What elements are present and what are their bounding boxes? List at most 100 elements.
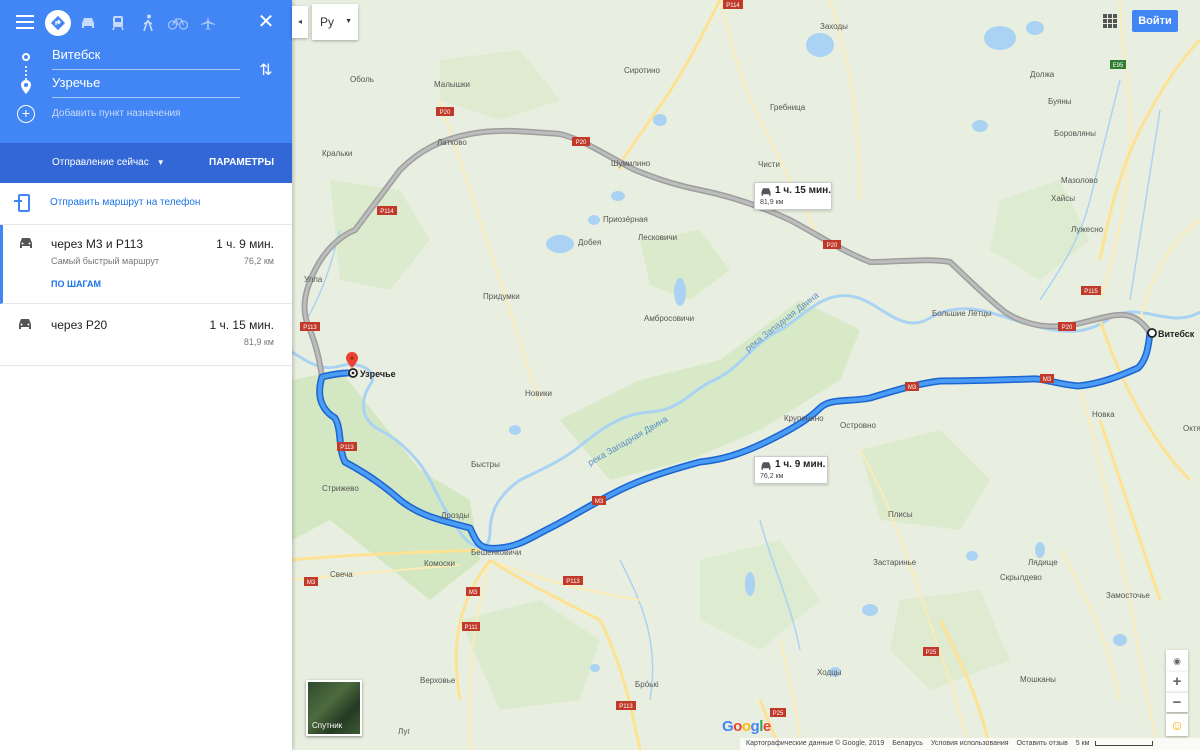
road-shield-label: P20 xyxy=(440,110,451,116)
route-duration: 1 ч. 15 мин. xyxy=(209,318,274,332)
route-details-link[interactable]: ПО ШАГАМ xyxy=(51,279,101,289)
place-label: Лядище xyxy=(1028,558,1058,567)
options-button[interactable]: ПАРАМЕТРЫ xyxy=(209,157,274,168)
flight-mode-icon[interactable] xyxy=(195,10,221,36)
origin-input[interactable]: Витебск xyxy=(52,44,240,70)
place-label: Плисы xyxy=(888,510,913,519)
place-label: Застаринье xyxy=(873,558,917,567)
feedback-link[interactable]: Оставить отзыв xyxy=(1017,740,1068,747)
add-destination-icon[interactable]: + xyxy=(17,105,35,123)
road-shield-label: P25 xyxy=(926,650,937,656)
place-label: Бешенковичи xyxy=(471,548,521,557)
end-marker[interactable]: Узречье xyxy=(346,352,396,379)
place-label: Заходы xyxy=(820,22,848,31)
depart-time-dropdown[interactable]: Отправление сейчас ▼ xyxy=(52,157,165,168)
place-label: Чисти xyxy=(758,160,780,169)
road-shield-label: P25 xyxy=(773,711,784,717)
road-shield-label: P20 xyxy=(827,243,838,249)
road-shield-label: M3 xyxy=(307,580,316,586)
destination-pin-icon xyxy=(21,80,31,94)
send-to-phone-link[interactable]: Отправить маршрут на телефон xyxy=(50,197,200,208)
add-destination-link[interactable]: Добавить пункт назначения xyxy=(52,108,180,119)
place-label: Свеча xyxy=(330,570,353,579)
route-distance: 81,9 км xyxy=(243,337,274,347)
route-subtitle: Самый быстрый маршрут xyxy=(51,256,159,266)
place-label: Островно xyxy=(840,421,876,430)
google-logo-letter: o xyxy=(741,718,751,735)
place-label: Сиротино xyxy=(624,66,661,75)
car-icon xyxy=(20,238,32,248)
route-via-label: через Р20 xyxy=(51,318,108,332)
road-shield-label: M3 xyxy=(595,499,604,505)
caret-down-icon: ▼ xyxy=(156,158,165,167)
send-to-phone-row[interactable]: Отправить маршрут на телефон xyxy=(0,183,292,225)
depart-options-bar: Отправление сейчас ▼ ПАРАМЕТРЫ xyxy=(0,143,292,183)
zoom-in-button[interactable]: + xyxy=(1166,672,1188,692)
road-shield-label: P114 xyxy=(380,209,394,215)
satellite-layer-toggle[interactable]: Спутник xyxy=(306,680,362,736)
route-callout-alt[interactable]: 1 ч. 15 мин. 81,9 км xyxy=(754,182,832,210)
language-select[interactable]: Ру ▼ xyxy=(312,4,358,40)
place-label: Амбросовичи xyxy=(644,314,694,323)
origin-dot-icon xyxy=(22,53,30,61)
my-location-icon[interactable]: ◉ xyxy=(1166,650,1188,672)
apps-grid-icon[interactable] xyxy=(1103,14,1117,28)
route-duration: 1 ч. 9 мин. xyxy=(216,237,274,251)
terms-link[interactable]: Условия использования xyxy=(931,740,1009,747)
road-shield-label: P115 xyxy=(1084,289,1098,295)
route-callout-primary[interactable]: 1 ч. 9 мин. 76,2 км xyxy=(754,456,828,484)
scale-label[interactable]: 5 км xyxy=(1076,740,1090,747)
place-label: Замосточье xyxy=(1106,591,1150,600)
car-mode-icon[interactable] xyxy=(75,10,101,36)
place-label: Октя xyxy=(1183,424,1200,433)
best-mode-icon[interactable] xyxy=(45,10,71,36)
place-label: Шумилино xyxy=(611,159,651,168)
map-svg[interactable]: P114 P20 P20 P20 P20 P114 P113 P113 M3 M… xyxy=(292,0,1200,750)
caret-down-icon: ▼ xyxy=(345,18,352,25)
place-label: Крупенино xyxy=(784,414,824,423)
destination-input[interactable]: Узречье xyxy=(52,72,240,98)
swap-icon[interactable]: ⇅ xyxy=(256,60,276,82)
sign-in-button[interactable]: Войти xyxy=(1132,10,1178,32)
route-distance: 76,2 км xyxy=(243,256,274,266)
start-marker[interactable]: Витебск xyxy=(1147,328,1195,339)
route-connector xyxy=(25,66,27,80)
close-icon[interactable]: ✕ xyxy=(256,12,276,32)
map-data-attribution: Картографические данные © Google, 2019 xyxy=(746,740,885,747)
collapse-panel-button[interactable]: ◂ xyxy=(292,6,308,38)
car-icon xyxy=(761,462,771,470)
road-shield-label: P111 xyxy=(464,625,478,631)
road-shield-label: M3 xyxy=(908,385,917,391)
place-label: Лесковичи xyxy=(638,233,677,242)
start-label: Витебск xyxy=(1158,329,1195,339)
place-label: Придумки xyxy=(483,292,520,301)
map-footer: Картографические данные © Google, 2019 Б… xyxy=(740,738,1200,750)
map-canvas[interactable]: P114 P20 P20 P20 P20 P114 P113 P113 M3 M… xyxy=(292,0,1200,750)
road-shield-label: P113 xyxy=(619,704,633,710)
place-label: Мошканы xyxy=(1020,675,1056,684)
place-label: Боровляны xyxy=(1054,129,1096,138)
route-option-1[interactable]: через М3 и Р113 1 ч. 9 мин. Самый быстры… xyxy=(0,225,292,304)
place-label: Стрижево xyxy=(322,484,359,493)
pegman-icon[interactable]: ☺ xyxy=(1166,714,1188,736)
directions-header: ✕ Витебск Узречье ⇅ + Добавить пункт наз… xyxy=(0,0,292,183)
travel-mode-bar xyxy=(0,10,292,36)
transit-mode-icon[interactable] xyxy=(105,10,131,36)
send-to-phone-icon xyxy=(14,194,30,212)
google-logo-letter: o xyxy=(733,718,742,735)
country-label[interactable]: Беларусь xyxy=(892,740,923,747)
scale-bar xyxy=(1095,740,1154,746)
bike-mode-icon[interactable] xyxy=(165,10,191,36)
road-shield-label: P113 xyxy=(303,325,317,331)
road-shield-label: P113 xyxy=(340,445,354,451)
place-label: Скрылдево xyxy=(1000,573,1042,582)
zoom-out-button[interactable]: − xyxy=(1166,692,1188,712)
place-label: Лужесно xyxy=(1071,225,1104,234)
place-label: Латково xyxy=(437,138,467,147)
callout-distance: 76,2 км xyxy=(760,473,784,480)
route-option-2[interactable]: через Р20 1 ч. 15 мин. 81,9 км xyxy=(0,304,292,366)
place-label: Мазолово xyxy=(1061,176,1098,185)
place-label: Новики xyxy=(525,389,552,398)
walk-mode-icon[interactable] xyxy=(135,10,161,36)
place-label: Луг xyxy=(398,727,410,736)
